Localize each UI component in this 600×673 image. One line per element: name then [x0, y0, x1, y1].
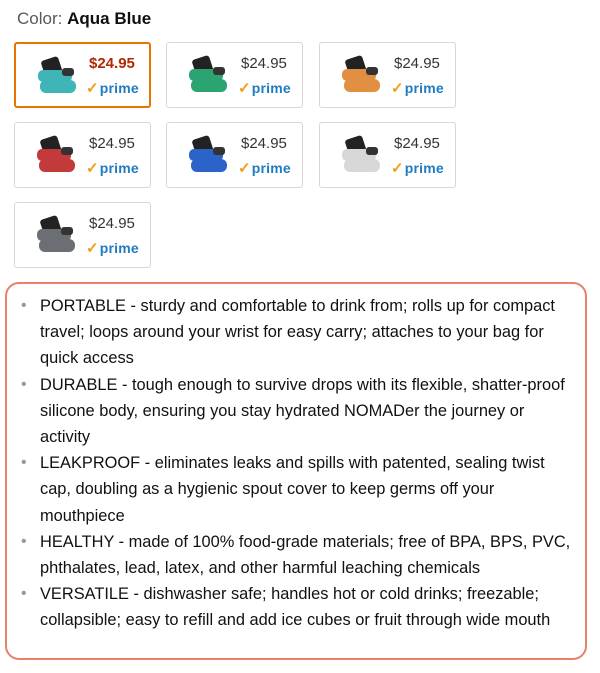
bullet-icon: •	[21, 375, 27, 393]
prime-badge: ✓prime	[391, 79, 444, 97]
checkmark-icon: ✓	[86, 160, 99, 177]
checkmark-icon: ✓	[86, 240, 99, 257]
prime-label: prime	[404, 160, 444, 176]
checkmark-icon: ✓	[238, 160, 251, 177]
swatch-price: $24.95	[89, 135, 135, 152]
prime-badge: ✓prime	[238, 159, 291, 177]
color-selection-label: Color: Aqua Blue	[17, 8, 151, 30]
bottle-thumbnail-icon	[189, 55, 227, 92]
checkmark-icon: ✓	[238, 80, 251, 97]
prime-badge: ✓prime	[86, 239, 139, 257]
feature-bullets-highlight: • PORTABLE - sturdy and comfortable to dr…	[5, 282, 587, 660]
feature-bullet: • DURABLE - tough enough to survive drops…	[21, 372, 575, 451]
selected-color-value: Aqua Blue	[67, 9, 152, 28]
prime-badge: ✓prime	[86, 159, 139, 177]
bottle-thumbnail-icon	[38, 56, 76, 93]
swatch-price: $24.95	[89, 55, 135, 72]
color-swatch-red[interactable]: $24.95 ✓prime	[14, 122, 151, 188]
color-swatch-blue[interactable]: $24.95 ✓prime	[166, 122, 303, 188]
bullet-icon: •	[21, 532, 27, 550]
bottle-thumbnail-icon	[189, 135, 227, 172]
checkmark-icon: ✓	[391, 160, 404, 177]
swatch-price: $24.95	[241, 55, 287, 72]
bottle-thumbnail-icon	[342, 135, 380, 172]
feature-bullet: • HEALTHY - made of 100% food-grade mater…	[21, 529, 575, 581]
feature-text: VERSATILE - dishwasher safe; handles hot…	[40, 585, 551, 630]
prime-badge: ✓prime	[391, 159, 444, 177]
bottle-thumbnail-icon	[37, 215, 75, 252]
color-swatch-orange[interactable]: $24.95 ✓prime	[319, 42, 456, 108]
prime-label: prime	[251, 80, 291, 96]
feature-bullet: • VERSATILE - dishwasher safe; handles ho…	[21, 581, 575, 633]
swatch-price: $24.95	[394, 135, 440, 152]
feature-bullet-list: • PORTABLE - sturdy and comfortable to dr…	[21, 293, 575, 634]
checkmark-icon: ✓	[391, 80, 404, 97]
checkmark-icon: ✓	[86, 80, 99, 97]
bullet-icon: •	[21, 585, 27, 603]
prime-label: prime	[251, 160, 291, 176]
feature-text: LEAKPROOF - eliminates leaks and spills …	[40, 454, 545, 525]
swatch-price: $24.95	[89, 215, 135, 232]
prime-label: prime	[99, 80, 139, 96]
bottle-thumbnail-icon	[342, 55, 380, 92]
feature-bullet: • LEAKPROOF - eliminates leaks and spills…	[21, 450, 575, 529]
color-swatch-green[interactable]: $24.95 ✓prime	[166, 42, 303, 108]
feature-bullet: • PORTABLE - sturdy and comfortable to dr…	[21, 293, 575, 372]
swatch-price: $24.95	[394, 55, 440, 72]
bullet-icon: •	[21, 297, 27, 314]
feature-text: HEALTHY - made of 100% food-grade materi…	[40, 532, 571, 578]
feature-text: DURABLE - tough enough to survive drops …	[40, 375, 565, 447]
bullet-icon: •	[21, 454, 27, 472]
color-swatch-aqua-blue[interactable]: $24.95 ✓prime	[14, 42, 151, 108]
prime-badge: ✓prime	[86, 79, 139, 97]
prime-label: prime	[99, 240, 139, 256]
color-swatch-gray[interactable]: $24.95 ✓prime	[14, 202, 151, 268]
color-swatch-white[interactable]: $24.95 ✓prime	[319, 122, 456, 188]
swatch-price: $24.95	[241, 135, 287, 152]
feature-text: PORTABLE - sturdy and comfortable to dri…	[40, 297, 555, 368]
prime-badge: ✓prime	[238, 79, 291, 97]
color-label: Color:	[17, 9, 63, 28]
bottle-thumbnail-icon	[37, 135, 75, 172]
prime-label: prime	[99, 160, 139, 176]
prime-label: prime	[404, 80, 444, 96]
